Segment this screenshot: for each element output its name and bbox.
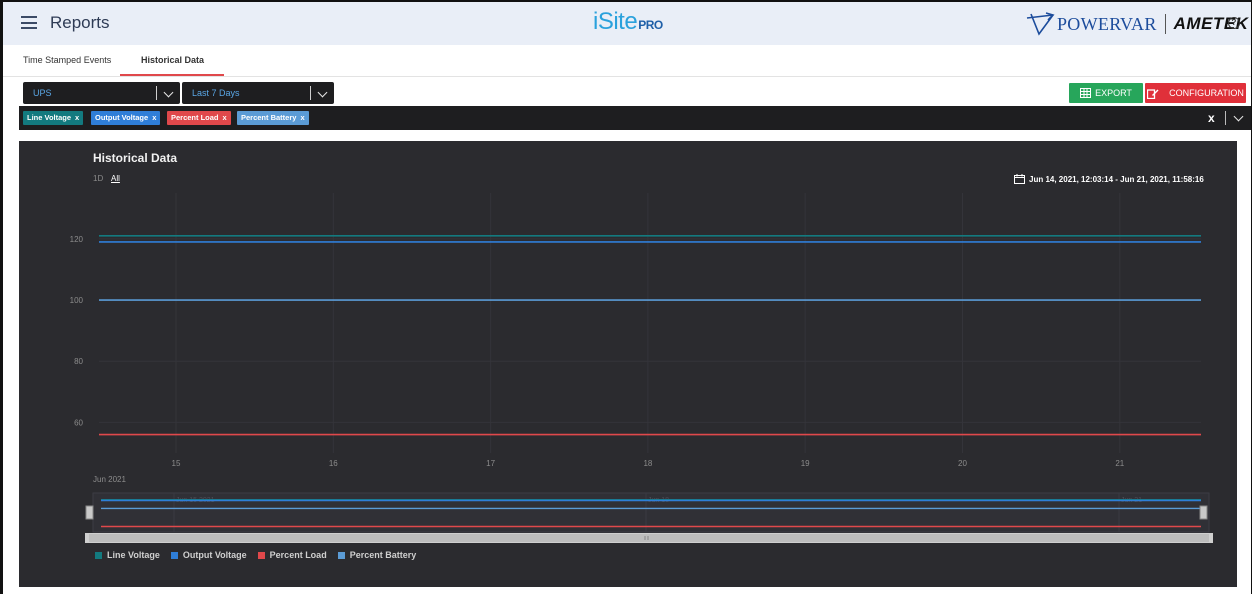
legend-item-percent-load[interactable]: Percent Load xyxy=(257,550,327,560)
range-selector: 1D All xyxy=(93,174,126,183)
active-tab-indicator xyxy=(120,74,224,76)
legend-item-percent-battery[interactable]: Percent Battery xyxy=(337,550,417,560)
x-tick-label: 19 xyxy=(801,459,810,468)
menu-icon[interactable] xyxy=(21,16,37,29)
select-divider xyxy=(156,86,157,100)
report-tabs: Time Stamped Events Historical Data xyxy=(3,45,1251,77)
close-icon[interactable]: x xyxy=(75,113,79,122)
tag-percent-load[interactable]: Percent Load x xyxy=(167,111,231,125)
range-button-all[interactable]: All xyxy=(111,174,120,183)
chart-legend: Line Voltage Output Voltage Percent Load… xyxy=(95,550,427,560)
legend-item-line-voltage[interactable]: Line Voltage xyxy=(95,550,160,560)
chart-title: Historical Data xyxy=(93,151,178,165)
y-tick-label: 100 xyxy=(70,296,84,305)
period-select-value: Last 7 Days xyxy=(192,88,240,98)
y-tick-label: 60 xyxy=(74,418,83,427)
table-icon xyxy=(1080,88,1092,98)
date-range-text: Jun 14, 2021, 12:03:14 - Jun 21, 2021, 1… xyxy=(1029,174,1204,184)
select-divider xyxy=(310,86,311,100)
navigator-scrollbar-thumb xyxy=(89,534,1209,542)
export-button[interactable]: EXPORT xyxy=(1069,83,1143,103)
chart-canvas: 608010012015 16 17 18 19 20 21Jun 2021Jun 15 2… xyxy=(70,193,1213,543)
legend-item-output-voltage[interactable]: Output Voltage xyxy=(170,550,247,560)
y-tick-label: 120 xyxy=(70,235,84,244)
legend-label: Line Voltage xyxy=(107,550,160,560)
configuration-button[interactable]: CONFIGURATION xyxy=(1145,83,1246,103)
tag-line-voltage[interactable]: Line Voltage x xyxy=(23,111,84,125)
isite-logo: iSitePRO xyxy=(593,8,663,38)
tag-label: Percent Load xyxy=(171,113,219,122)
page-title: Reports xyxy=(50,13,110,32)
legend-label: Percent Load xyxy=(269,550,327,560)
period-select[interactable]: Last 7 Days xyxy=(182,82,334,104)
legend-label: Output Voltage xyxy=(182,550,247,560)
x-tick-label: 15 xyxy=(172,459,181,468)
tag-bar-divider xyxy=(1225,111,1226,125)
legend-swatch xyxy=(257,551,265,559)
series-tag-bar: Line Voltage x Output Voltage x Percent Lo… xyxy=(19,106,1251,130)
brand-divider xyxy=(1164,14,1166,34)
export-label: EXPORT xyxy=(1095,88,1132,98)
brand-powervar: POWERVAR xyxy=(1057,13,1157,34)
y-tick-label: 80 xyxy=(74,357,83,366)
x-tick-label: 18 xyxy=(643,459,652,468)
tag-output-voltage[interactable]: Output Voltage x xyxy=(91,111,161,125)
close-icon[interactable]: x xyxy=(300,113,304,122)
x-tick-label: 21 xyxy=(1115,459,1124,468)
tag-label: Output Voltage xyxy=(95,113,149,122)
tag-label: Line Voltage xyxy=(27,113,72,122)
chevron-down-icon[interactable] xyxy=(317,87,328,98)
legend-swatch xyxy=(337,551,345,559)
top-header: Reports iSitePRO POWERVAR AMETEK ? xyxy=(3,2,1251,45)
configuration-label: CONFIGURATION xyxy=(1169,88,1244,98)
chevron-down-icon[interactable] xyxy=(1233,111,1244,122)
tag-label: Percent Battery xyxy=(241,113,297,122)
range-button-1d[interactable]: 1D xyxy=(93,174,103,183)
calendar-icon xyxy=(1014,174,1025,184)
legend-label: Percent Battery xyxy=(349,550,417,560)
x-tick-label: 17 xyxy=(486,459,495,468)
date-range-picker[interactable]: Jun 14, 2021, 12:03:14 - Jun 21, 2021, 1… xyxy=(1014,174,1204,184)
legend-swatch xyxy=(170,551,178,559)
help-icon[interactable]: ? xyxy=(1228,17,1240,29)
chevron-down-icon[interactable] xyxy=(163,87,174,98)
tab-historical-data[interactable]: Historical Data xyxy=(141,55,204,65)
edit-icon xyxy=(1147,88,1159,99)
device-select[interactable]: UPS xyxy=(23,82,180,104)
close-icon[interactable]: x xyxy=(223,113,227,122)
x-tick-label: 20 xyxy=(958,459,967,468)
tab-time-stamped-events[interactable]: Time Stamped Events xyxy=(23,55,111,65)
powervar-mark-icon xyxy=(1026,12,1055,36)
device-select-value: UPS xyxy=(33,88,52,98)
navigator-handle-left xyxy=(85,505,94,520)
chart-panel: 60 80 100 120 15 16 17 18 19 20 21 Jun 2021 Jun 15 2… xyxy=(19,141,1237,587)
tag-percent-battery[interactable]: Percent Battery x xyxy=(237,111,309,125)
brand-logo: POWERVAR AMETEK xyxy=(1025,11,1248,37)
navigator-handle-right xyxy=(1199,505,1208,520)
app-frame: Reports iSitePRO POWERVAR AMETEK ? Time … xyxy=(0,0,1252,594)
legend-swatch xyxy=(95,551,102,559)
logo-suffix: PRO xyxy=(638,18,663,32)
x-tick-label: 16 xyxy=(329,459,338,468)
clear-tags-icon[interactable]: x xyxy=(1208,111,1215,125)
logo-main: iSite xyxy=(593,8,638,35)
x-axis-label: Jun 2021 xyxy=(93,475,126,484)
close-icon[interactable]: x xyxy=(152,113,156,122)
